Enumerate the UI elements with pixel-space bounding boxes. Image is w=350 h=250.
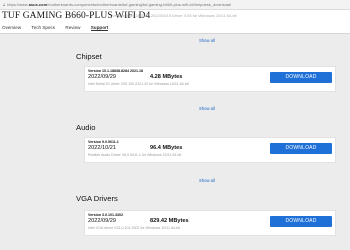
header-ghost-text: Version 8.03.28.2226 2022/03/15 Driver 3…: [112, 13, 237, 18]
url-domain: asus.com: [28, 2, 48, 7]
url-path: /motherboards-components/motherboards/tu…: [47, 2, 232, 7]
section-title-chipset: Chipset: [76, 52, 102, 61]
section-title-audio: Audio: [76, 123, 96, 132]
download-button[interactable]: DOWNLOAD: [270, 72, 332, 83]
download-button[interactable]: DOWNLOAD: [270, 143, 332, 154]
driver-card-chipset: Version 10.1.18838.8284 2021.18 2022/09/…: [84, 66, 336, 92]
url-prefix: https://www.: [7, 2, 29, 7]
driver-version: Version 3.0.101.3302: [88, 213, 123, 217]
address-bar[interactable]: 🔒︎ https://www.asus.com/motherboards-comp…: [0, 0, 350, 10]
lock-icon: 🔒︎: [3, 2, 6, 7]
tab-review[interactable]: Review: [65, 25, 80, 30]
download-button[interactable]: DOWNLOAD: [270, 216, 332, 227]
product-header: TUF GAMING B660-PLUS WIFI D4 Version 8.0…: [0, 10, 350, 34]
driver-description: Intel VGA driver V31.0.101.3302 for Wind…: [88, 226, 181, 230]
show-all-link[interactable]: Show all: [199, 106, 215, 111]
driver-size: 96.4 MBytes: [150, 145, 183, 151]
tab-tech-specs[interactable]: Tech Specs: [31, 25, 55, 30]
driver-date: 2022/09/29: [88, 74, 116, 80]
driver-description: Realtek Audio Driver V6.0.9411.1 for Win…: [88, 153, 182, 157]
driver-size: 829.42 MBytes: [150, 218, 189, 224]
driver-description: Intel Serial IO driver V30.100.2221.20 f…: [88, 82, 189, 86]
tab-overview[interactable]: Overview: [2, 25, 21, 30]
driver-version: Version 10.1.18838.8284 2021.18: [88, 69, 143, 73]
show-all-link[interactable]: Show all: [199, 178, 215, 183]
tab-support[interactable]: Support: [90, 25, 109, 31]
section-title-vga: VGA Drivers: [76, 194, 118, 203]
show-all-link[interactable]: Show all: [199, 38, 215, 43]
driver-size: 4.28 MBytes: [150, 74, 183, 80]
product-nav: Overview Tech Specs Review Support: [2, 25, 117, 31]
driver-date: 2022/10/21: [88, 145, 116, 151]
driver-version: Version 9.0.9611.1: [88, 140, 119, 144]
driver-card-audio: Version 9.0.9611.1 2022/10/21 96.4 MByte…: [84, 137, 336, 163]
driver-date: 2022/09/29: [88, 218, 116, 224]
driver-card-vga: Version 3.0.101.3302 2022/09/29 829.42 M…: [84, 210, 336, 236]
